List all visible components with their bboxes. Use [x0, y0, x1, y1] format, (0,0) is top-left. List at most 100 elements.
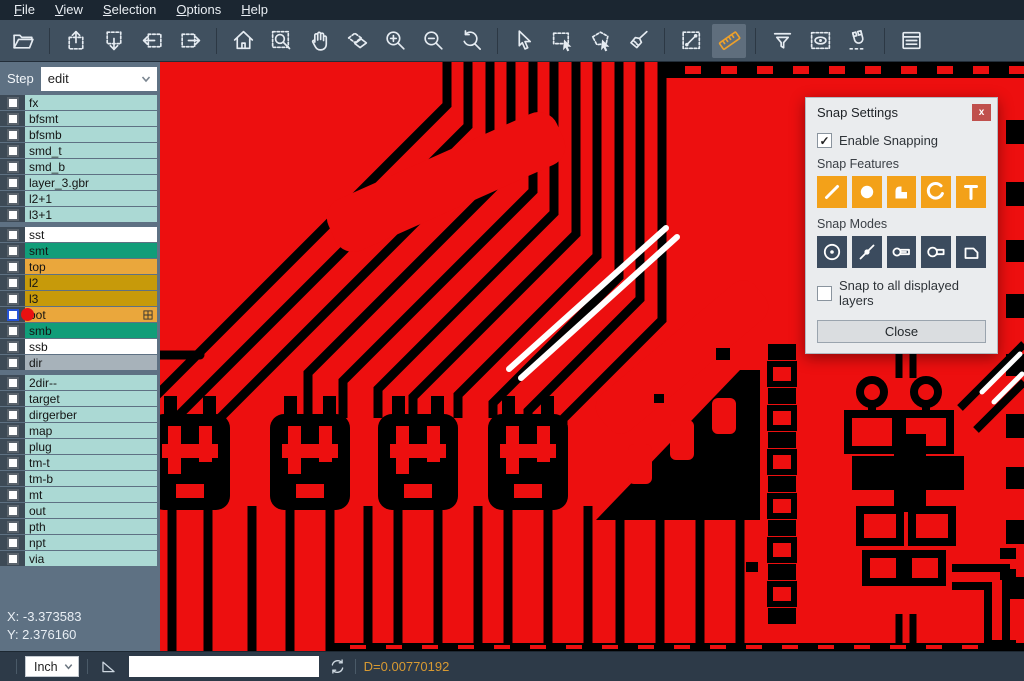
layer-row-via[interactable]: via	[0, 551, 157, 566]
layer-visibility-checkbox[interactable]	[7, 209, 19, 221]
layer-visibility-checkbox[interactable]	[7, 537, 19, 549]
layer-name[interactable]: smd_b	[25, 159, 157, 174]
layer-name[interactable]: tm-b	[25, 471, 157, 486]
layer-visibility-checkbox[interactable]	[7, 193, 19, 205]
layer-row-l3+1[interactable]: l3+1	[0, 207, 157, 222]
layer-name[interactable]: via	[25, 551, 157, 566]
layer-visibility-checkbox[interactable]	[7, 177, 19, 189]
snap-all-layers-checkbox[interactable]: Snap to all displayed layers	[817, 278, 986, 308]
refresh-icon[interactable]	[328, 657, 347, 676]
tool-log-panel-button[interactable]	[894, 24, 928, 58]
tool-home-button[interactable]	[226, 24, 260, 58]
tool-shift-down-button[interactable]	[97, 24, 131, 58]
tool-pan-hand-button[interactable]	[302, 24, 336, 58]
layer-row-smd_t[interactable]: smd_t	[0, 143, 157, 158]
layer-row-pth[interactable]: pth	[0, 519, 157, 534]
snap-center-button[interactable]	[817, 236, 847, 268]
checkbox-icon[interactable]	[817, 133, 832, 148]
layer-row-l2+1[interactable]: l2+1	[0, 191, 157, 206]
layer-row-out[interactable]: out	[0, 503, 157, 518]
layer-row-bfsmt[interactable]: bfsmt	[0, 111, 157, 126]
dialog-titlebar[interactable]: Snap Settings x	[806, 98, 997, 127]
layer-row-npt[interactable]: npt	[0, 535, 157, 550]
menu-file[interactable]: File	[4, 0, 45, 20]
step-selector[interactable]: edit	[41, 67, 157, 91]
layer-name[interactable]: target	[25, 391, 157, 406]
tool-shift-left-button[interactable]	[135, 24, 169, 58]
layer-visibility-checkbox[interactable]	[7, 261, 19, 273]
layer-row-fx[interactable]: fx	[0, 95, 157, 110]
layer-row-l2[interactable]: l2	[0, 275, 157, 290]
layer-name[interactable]: ssb	[25, 339, 157, 354]
layer-visibility-checkbox[interactable]	[7, 245, 19, 257]
close-icon[interactable]: x	[972, 104, 991, 121]
layer-visibility-checkbox[interactable]	[7, 277, 19, 289]
layer-visibility-checkbox[interactable]	[7, 309, 19, 321]
layer-visibility-checkbox[interactable]	[7, 489, 19, 501]
layer-visibility-checkbox[interactable]	[7, 441, 19, 453]
layer-row-map[interactable]: map	[0, 423, 157, 438]
snap-surface-button[interactable]	[887, 176, 917, 208]
tool-select-rect-button[interactable]	[545, 24, 579, 58]
layer-name[interactable]: bfsmb	[25, 127, 157, 142]
layer-visibility-checkbox[interactable]	[7, 341, 19, 353]
menu-help[interactable]: Help	[231, 0, 278, 20]
tool-zoom-in-button[interactable]	[378, 24, 412, 58]
layer-visibility-checkbox[interactable]	[7, 473, 19, 485]
layer-visibility-checkbox[interactable]	[7, 161, 19, 173]
layer-row-smd_b[interactable]: smd_b	[0, 159, 157, 174]
snap-arc-button[interactable]	[921, 176, 951, 208]
tool-zoom-fit-button[interactable]	[264, 24, 298, 58]
layer-name[interactable]: bfsmt	[25, 111, 157, 126]
layer-name[interactable]: out	[25, 503, 157, 518]
layer-name[interactable]: mt	[25, 487, 157, 502]
tool-measure-line-button[interactable]	[674, 24, 708, 58]
tool-filter-button[interactable]	[765, 24, 799, 58]
layer-visibility-checkbox[interactable]	[7, 553, 19, 565]
layer-row-dir[interactable]: dir	[0, 355, 157, 370]
tool-zoom-undo-button[interactable]	[454, 24, 488, 58]
layer-name[interactable]: smb	[25, 323, 157, 338]
layer-row-mt[interactable]: mt	[0, 487, 157, 502]
tool-shift-up-button[interactable]	[59, 24, 93, 58]
snap-text-button[interactable]	[956, 176, 986, 208]
layer-visibility-checkbox[interactable]	[7, 229, 19, 241]
layer-name[interactable]: dir	[25, 355, 157, 370]
layer-name[interactable]: 2dir--	[25, 375, 157, 390]
tool-clean-brush-button[interactable]	[621, 24, 655, 58]
layer-visibility-checkbox[interactable]	[7, 113, 19, 125]
snap-pad-body-button[interactable]	[921, 236, 951, 268]
layer-name[interactable]: top	[25, 259, 157, 274]
layer-name[interactable]: l3+1	[25, 207, 157, 222]
tool-shift-right-button[interactable]	[173, 24, 207, 58]
layer-name[interactable]: smt	[25, 243, 157, 258]
layer-row-top[interactable]: top	[0, 259, 157, 274]
snap-line-button[interactable]	[817, 176, 847, 208]
layer-row-target[interactable]: target	[0, 391, 157, 406]
layer-name[interactable]: plug	[25, 439, 157, 454]
layer-name[interactable]: map	[25, 423, 157, 438]
tool-snap-magnet-button[interactable]	[841, 24, 875, 58]
menu-options[interactable]: Options	[166, 0, 231, 20]
layer-row-layer_3.gbr[interactable]: layer_3.gbr	[0, 175, 157, 190]
layer-row-2dir--[interactable]: 2dir--	[0, 375, 157, 390]
layer-name[interactable]: l2+1	[25, 191, 157, 206]
layer-name[interactable]: smd_t	[25, 143, 157, 158]
layer-name[interactable]: dirgerber	[25, 407, 157, 422]
angle-icon[interactable]	[99, 657, 118, 676]
layer-name[interactable]: bot	[25, 307, 157, 322]
layer-visibility-checkbox[interactable]	[7, 521, 19, 533]
tool-view-options-button[interactable]	[803, 24, 837, 58]
tool-ruler-button[interactable]	[712, 24, 746, 58]
layer-visibility-checkbox[interactable]	[7, 377, 19, 389]
layer-name[interactable]: layer_3.gbr	[25, 175, 157, 190]
tool-zoom-out-button[interactable]	[416, 24, 450, 58]
layer-visibility-checkbox[interactable]	[7, 145, 19, 157]
layer-name[interactable]: npt	[25, 535, 157, 550]
layer-visibility-checkbox[interactable]	[7, 293, 19, 305]
layer-row-sst[interactable]: sst	[0, 227, 157, 242]
layer-visibility-checkbox[interactable]	[7, 97, 19, 109]
snap-contour-button[interactable]	[956, 236, 986, 268]
layer-name[interactable]: fx	[25, 95, 157, 110]
layer-visibility-checkbox[interactable]	[7, 393, 19, 405]
